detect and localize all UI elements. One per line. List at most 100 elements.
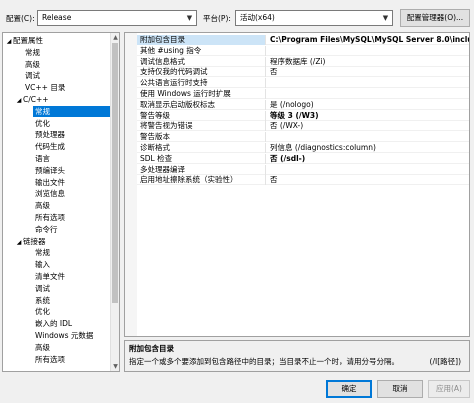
tree-item-label: 输出文件 <box>35 177 65 187</box>
property-row[interactable]: 警告版本 <box>137 132 469 143</box>
tree-item[interactable]: 高级 <box>3 342 110 353</box>
tree-item[interactable]: 输入 <box>3 259 110 270</box>
property-value[interactable]: 等级 3 (/W3) <box>267 111 469 121</box>
property-row[interactable]: 公共语言运行时支持 <box>137 78 469 89</box>
tree-item[interactable]: Windows 元数据 <box>3 330 110 341</box>
tree-item[interactable]: 输出文件 <box>3 177 110 188</box>
property-row[interactable]: 警告等级 等级 3 (/W3) <box>137 110 469 121</box>
property-row[interactable]: 取消显示启动版权标志是 (/nologo) <box>137 99 469 110</box>
config-manager-button[interactable]: 配置管理器(O)... <box>400 9 470 27</box>
tree-item[interactable]: 语言 <box>3 153 110 164</box>
description-title: 附加包含目录 <box>129 344 174 353</box>
tree-item[interactable]: 浏览信息 <box>3 188 110 199</box>
platform-dropdown[interactable]: 活动(x64) ▼ <box>235 10 393 26</box>
tree-item[interactable]: 预编译头 <box>3 165 110 176</box>
platform-value: 活动(x64) <box>240 13 275 22</box>
tree-item[interactable]: ◢ C/C++ <box>3 94 110 105</box>
tree-item-label: 命令行 <box>35 224 58 234</box>
property-row[interactable]: SDL 检查否 (/sdl-) <box>137 153 469 164</box>
tree-item[interactable]: 调试 <box>3 70 110 81</box>
property-grid: 附加包含目录 C:\Program Files\MySQL\MySQL Serve… <box>124 32 470 337</box>
property-name: 支持仅我的代码调试 <box>137 67 266 78</box>
property-name: 附加包含目录 <box>137 35 266 45</box>
scroll-up-icon[interactable]: ▲ <box>111 33 119 42</box>
tree-item[interactable]: 所有选项 <box>3 354 110 365</box>
property-row[interactable]: 其他 #using 指令 <box>137 45 469 56</box>
property-row[interactable]: 附加包含目录 C:\Program Files\MySQL\MySQL Serve… <box>137 35 469 45</box>
tree-item[interactable]: 清单文件 <box>3 271 110 282</box>
property-name: 警告等级 <box>137 110 266 121</box>
tree-item-label: 高级 <box>35 201 50 211</box>
property-value[interactable] <box>267 89 469 99</box>
tree-item[interactable]: 常规 <box>33 105 110 117</box>
property-row[interactable]: 启用地址擦除系统（实验性）否 <box>137 175 469 186</box>
tree-item[interactable]: ◢ 配置属性 <box>3 35 110 46</box>
property-value[interactable]: 否 <box>267 67 469 77</box>
config-dropdown[interactable]: Release ▼ <box>37 10 197 26</box>
property-value[interactable]: 列信息 (/diagnostics:column) <box>267 143 469 153</box>
tree-item[interactable]: 高级 <box>3 59 110 70</box>
property-row[interactable]: 将警告视为错误否 (/WX-) <box>137 121 469 132</box>
property-value[interactable]: 否 (/WX-) <box>267 121 469 131</box>
ok-button[interactable]: 确定 <box>326 380 372 398</box>
tree-item[interactable]: 所有选项 <box>3 212 110 223</box>
tree-item[interactable]: 调试 <box>3 283 110 294</box>
tree-item-label: 代码生成 <box>35 142 65 152</box>
property-name: 启用地址擦除系统（实验性） <box>137 175 266 186</box>
grid-gutter <box>125 33 137 336</box>
property-value[interactable]: 是 (/nologo) <box>267 100 469 110</box>
tree-item[interactable]: 系统 <box>3 295 110 306</box>
property-row[interactable]: 多处理器编译 <box>137 164 469 175</box>
tree-item[interactable]: 嵌入的 IDL <box>3 318 110 329</box>
scroll-down-icon[interactable]: ▼ <box>111 362 119 371</box>
tree-item-label: 调试 <box>25 71 40 81</box>
expand-arrow-icon[interactable]: ◢ <box>5 36 13 47</box>
property-row[interactable]: 使用 Windows 运行时扩展 <box>137 89 469 99</box>
tree-item-label: C/C++ <box>23 95 49 104</box>
tree-scrollbar[interactable]: ▲ ▼ <box>110 33 119 371</box>
property-name: 将警告视为错误 <box>137 121 266 132</box>
property-value[interactable]: 程序数据库 (/Zi) <box>267 57 469 67</box>
property-value[interactable] <box>267 46 469 56</box>
expand-arrow-icon[interactable]: ◢ <box>15 237 23 248</box>
tree-item[interactable]: 常规 <box>3 247 110 258</box>
property-value[interactable] <box>267 165 469 175</box>
property-row[interactable]: 调试信息格式 程序数据库 (/Zi) <box>137 56 469 67</box>
property-row[interactable]: 诊断格式 列信息 (/diagnostics:column) <box>137 143 469 153</box>
tree-item[interactable]: 高级 <box>3 200 110 211</box>
tree-item[interactable]: 预处理器 <box>3 129 110 140</box>
tree-item-label: 输入 <box>35 260 50 270</box>
property-name: 诊断格式 <box>137 143 266 153</box>
tree-item[interactable]: 优化 <box>3 306 110 317</box>
property-value[interactable] <box>267 78 469 88</box>
property-value[interactable]: C:\Program Files\MySQL\MySQL Server 8.0\… <box>267 35 469 45</box>
tree-item-label: Windows 元数据 <box>35 331 94 340</box>
chevron-down-icon: ▼ <box>382 14 389 22</box>
tree-item-label: 链接器 <box>23 236 46 246</box>
property-value[interactable]: 否 <box>267 175 469 185</box>
tree-item[interactable]: 常规 <box>3 47 110 58</box>
tree-item-label: 高级 <box>25 59 40 69</box>
tree-item-label: 高级 <box>35 342 50 352</box>
property-name: 使用 Windows 运行时扩展 <box>137 89 266 99</box>
platform-label: 平台(P): <box>203 14 231 23</box>
tree-item[interactable]: ◢ 链接器 <box>3 236 110 247</box>
property-row[interactable]: 支持仅我的代码调试否 <box>137 67 469 78</box>
tree-item-label: 调试 <box>35 283 50 293</box>
tree-item[interactable]: 代码生成 <box>3 141 110 152</box>
tree-item[interactable]: 优化 <box>3 118 110 129</box>
property-name: 取消显示启动版权标志 <box>137 99 266 110</box>
apply-button[interactable]: 应用(A) <box>428 380 470 398</box>
description-switch: (/I[路径]) <box>429 357 461 366</box>
description-body: 指定一个或多个要添加到包含路径中的目录；当目录不止一个时，请用分号分隔。 <box>129 357 399 366</box>
cancel-button[interactable]: 取消 <box>377 380 423 398</box>
tree-item-label: 清单文件 <box>35 272 65 281</box>
tree-item[interactable]: 命令行 <box>3 224 110 235</box>
property-value[interactable] <box>267 132 469 142</box>
expand-arrow-icon[interactable]: ◢ <box>15 95 23 106</box>
property-name: 多处理器编译 <box>137 164 266 175</box>
tree-item-label: 所有选项 <box>35 354 65 364</box>
property-value[interactable]: 否 (/sdl-) <box>267 154 469 164</box>
tree-item[interactable]: VC++ 目录 <box>3 82 110 93</box>
scroll-thumb[interactable] <box>112 43 118 303</box>
